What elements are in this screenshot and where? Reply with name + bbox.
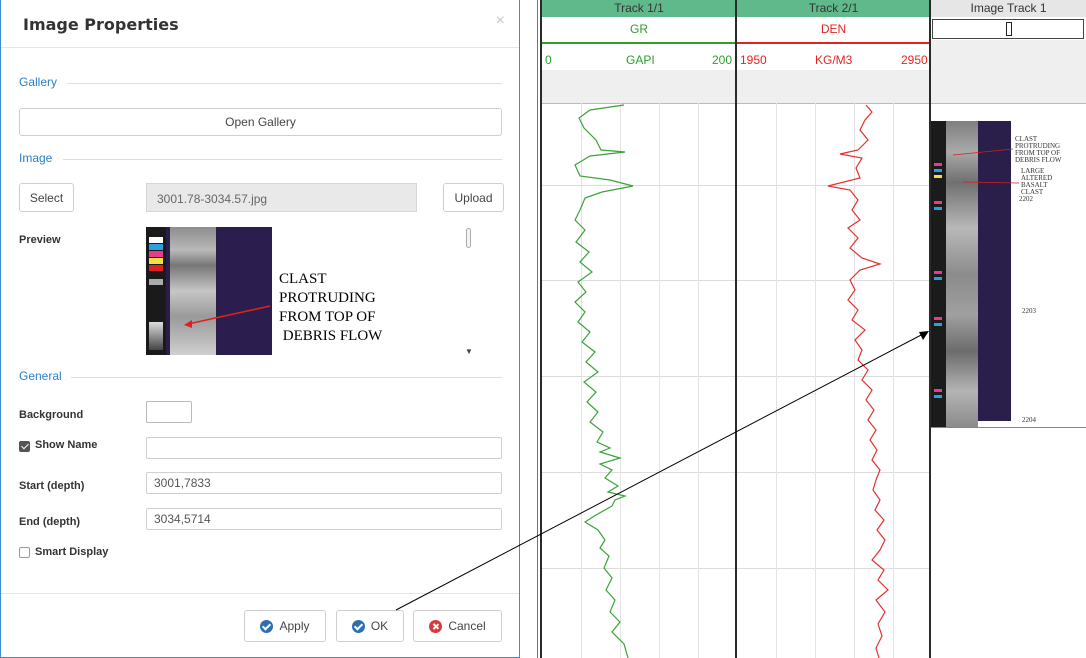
start-depth-input[interactable]: 3001,7833: [146, 472, 502, 494]
footer-divider: [1, 593, 519, 594]
section-general: General: [19, 369, 62, 383]
track-divider: [540, 0, 542, 658]
preview-scrollbar[interactable]: [466, 228, 471, 248]
show-name-label: Show Name: [35, 439, 98, 451]
image-track-bottom: [931, 427, 1086, 428]
file-name-field: 3001.78-3034.57.jpg: [146, 183, 417, 212]
start-depth-label: Start (depth): [19, 480, 85, 492]
cancel-label: Cancel: [448, 619, 486, 633]
section-divider: [67, 83, 502, 84]
den-curve: [827, 104, 889, 658]
background-color-picker[interactable]: [146, 401, 192, 423]
section-gallery: Gallery: [19, 75, 58, 89]
smart-display-label: Smart Display: [35, 546, 109, 558]
track-divider: [735, 0, 737, 658]
ok-button[interactable]: OK: [336, 610, 404, 642]
upload-button[interactable]: Upload: [443, 183, 504, 212]
preview-arrow: [184, 305, 271, 328]
show-name-input[interactable]: [146, 437, 502, 459]
apply-label: Apply: [279, 619, 310, 633]
preview-caption: CLAST PROTRUDING FROM TOP OF DEBRIS FLOW: [279, 271, 383, 344]
section-divider: [71, 377, 502, 378]
close-icon[interactable]: ×: [496, 12, 505, 30]
cancel-button[interactable]: Cancel: [413, 610, 502, 642]
end-depth-input[interactable]: 3034,5714: [146, 508, 502, 530]
cancel-circle-icon: [429, 619, 443, 633]
select-button[interactable]: Select: [19, 183, 74, 212]
ok-label: OK: [370, 619, 389, 633]
show-name-checkbox[interactable]: [19, 441, 30, 452]
open-gallery-button[interactable]: Open Gallery: [19, 108, 502, 136]
image-track-core-image[interactable]: CLAST PROTRUDING FROM TOP OF DEBRIS FLOW…: [931, 121, 1086, 428]
section-image: Image: [19, 151, 53, 165]
end-depth-label: End (depth): [19, 516, 81, 528]
image-properties-dialog: Image Properties × Gallery Open Gallery …: [0, 0, 520, 658]
divider: [537, 0, 538, 658]
preview-image: [146, 227, 272, 355]
section-divider: [63, 159, 502, 160]
check-circle-icon: [260, 619, 274, 633]
dialog-title: Image Properties: [23, 15, 179, 34]
scroll-down-icon[interactable]: ▼: [465, 347, 473, 356]
core-annotation-arrows: [952, 148, 1020, 184]
header-divider: [1, 47, 519, 48]
background-label: Background: [19, 409, 84, 421]
smart-display-checkbox[interactable]: [19, 547, 30, 558]
preview-label: Preview: [19, 234, 61, 246]
apply-button[interactable]: Apply: [244, 610, 326, 642]
check-circle-icon: [351, 619, 365, 633]
gr-curve: [574, 104, 634, 658]
